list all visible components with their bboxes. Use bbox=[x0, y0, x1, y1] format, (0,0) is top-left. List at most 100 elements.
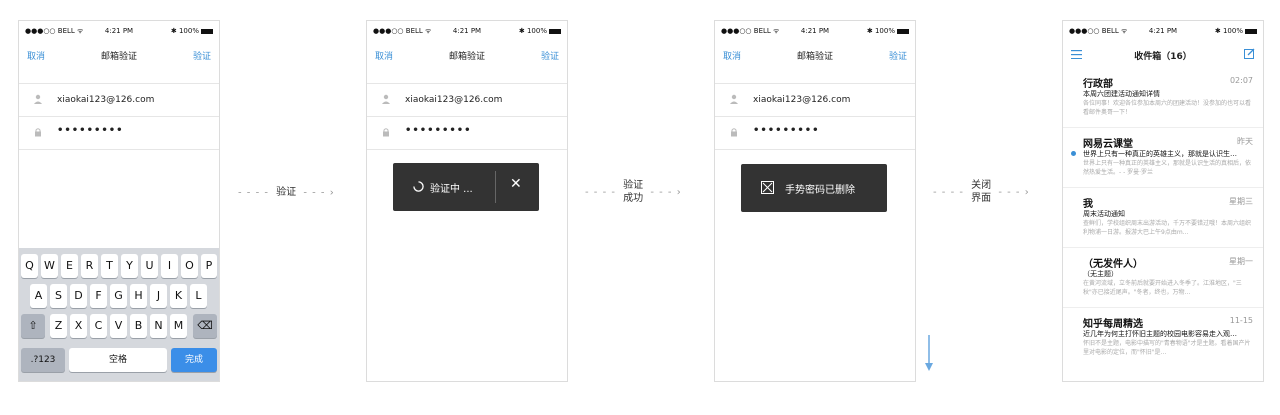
key-f[interactable]: F bbox=[90, 284, 107, 308]
verify-screen-loading: ●●●○○ BELL ᯤ 4:21 PM ✱ 100% 取消 邮箱验证 验证 x… bbox=[366, 20, 568, 382]
key-d[interactable]: D bbox=[70, 284, 87, 308]
shift-key[interactable]: ⇧ bbox=[21, 314, 45, 338]
nav-bar: 取消 邮箱验证 验证 bbox=[367, 47, 567, 71]
inbox-item[interactable]: 我 星期三 周末活动通知 查鲜们，学校组织周末出游活动，千万不要错过哦！本周六组… bbox=[1063, 187, 1263, 248]
email-field[interactable]: xiaokai123@126.com bbox=[19, 83, 219, 116]
key-z[interactable]: Z bbox=[50, 314, 67, 338]
loading-toast: 验证中 ... ✕ bbox=[393, 163, 539, 211]
key-c[interactable]: C bbox=[90, 314, 107, 338]
key-n[interactable]: N bbox=[150, 314, 167, 338]
password-field[interactable]: ••••••••• bbox=[19, 116, 219, 150]
item-sender: 网易云课堂 bbox=[1083, 139, 1133, 150]
item-sender: 知乎每周精选 bbox=[1083, 319, 1143, 330]
success-label: 手势密码已删除 bbox=[785, 185, 855, 196]
compose-icon[interactable] bbox=[1244, 48, 1255, 59]
password-field[interactable]: ••••••••• bbox=[715, 116, 915, 150]
item-preview: 在黄河流域，立冬前后就要开始进入冬季了。江淮地区，"三秋"亦已接近尾声。"冬者，… bbox=[1083, 280, 1242, 296]
inbox-item[interactable]: 行政部 02:07 本周六团建活动通知详情 各位同事！欢迎各位参加本周六的团建活… bbox=[1063, 67, 1263, 128]
item-subject: 世界上只有一种真正的英雄主义，那就是认识生… bbox=[1083, 150, 1237, 158]
email-field[interactable]: xiaokai123@126.com bbox=[367, 83, 567, 116]
inbox-item[interactable]: 知乎每周精选 11-15 近几年为何主打怀旧主题的校园电影容易走入观… 怀旧不是… bbox=[1063, 307, 1263, 367]
status-bar: ●●●○○ BELL ᯤ 4:21 PM ✱ 100% bbox=[721, 27, 909, 39]
nav-title: 邮箱验证 bbox=[100, 52, 137, 62]
email-value: xiaokai123@126.com bbox=[405, 95, 503, 105]
item-preview: 各位同事！欢迎各位参加本周六的团建活动！没参加的也可以看看邮件奥哥一下！ bbox=[1083, 100, 1251, 116]
item-time: 星期三 bbox=[1229, 197, 1253, 206]
battery-icon bbox=[549, 28, 561, 34]
key-p[interactable]: P bbox=[201, 254, 217, 278]
key-g[interactable]: G bbox=[110, 284, 127, 308]
item-subject: 近几年为何主打怀旧主题的校园电影容易走入观… bbox=[1083, 330, 1237, 338]
numbers-key[interactable]: .?123 bbox=[21, 348, 65, 372]
lock-icon bbox=[383, 128, 389, 137]
item-subject: 本周六团建活动通知详情 bbox=[1083, 90, 1160, 98]
user-icon bbox=[34, 94, 42, 104]
inbox-title: 收件箱（16） bbox=[1134, 52, 1192, 62]
battery-icon bbox=[1245, 28, 1257, 34]
item-subject: 周末活动通知 bbox=[1083, 210, 1125, 218]
item-time: 星期一 bbox=[1229, 257, 1253, 266]
flow-dash-icon: - - - - bbox=[238, 187, 269, 199]
key-v[interactable]: V bbox=[110, 314, 127, 338]
key-l[interactable]: L bbox=[190, 284, 207, 308]
verify-button[interactable]: 验证 bbox=[193, 49, 211, 62]
nav-title: 邮箱验证 bbox=[796, 52, 833, 62]
flow-dash-icon: - - - - bbox=[933, 187, 964, 198]
key-e[interactable]: E bbox=[61, 254, 78, 278]
flow-dash-icon: - - - - bbox=[585, 187, 616, 198]
lock-icon bbox=[35, 128, 41, 137]
delete-key[interactable]: ⌫ bbox=[193, 314, 217, 338]
battery-icon bbox=[897, 28, 909, 34]
email-field[interactable]: xiaokai123@126.com bbox=[715, 83, 915, 116]
close-icon[interactable]: ✕ bbox=[510, 176, 522, 192]
key-o[interactable]: O bbox=[181, 254, 198, 278]
item-sender: 行政部 bbox=[1083, 79, 1113, 90]
key-t[interactable]: T bbox=[101, 254, 118, 278]
nav-title: 邮箱验证 bbox=[448, 52, 485, 62]
key-r[interactable]: R bbox=[81, 254, 98, 278]
key-s[interactable]: S bbox=[50, 284, 67, 308]
done-key[interactable]: 完成 bbox=[171, 348, 217, 372]
verify-screen-success: ●●●○○ BELL ᯤ 4:21 PM ✱ 100% 取消 邮箱验证 验证 x… bbox=[714, 20, 916, 382]
key-i[interactable]: I bbox=[161, 254, 178, 278]
flow-arrow-close: - - - - 关闭 界面 - - - › bbox=[933, 179, 1030, 205]
password-value: ••••••••• bbox=[405, 125, 472, 136]
flow-arrow-icon: - - - › bbox=[998, 187, 1030, 198]
down-arrow-icon bbox=[925, 335, 933, 371]
space-key[interactable]: 空格 bbox=[69, 348, 167, 372]
item-time: 02:07 bbox=[1229, 76, 1253, 85]
user-icon bbox=[730, 94, 738, 104]
inbox-item[interactable]: 网易云课堂 昨天 世界上只有一种真正的英雄主义，那就是认识生… 世界上只有一种真… bbox=[1063, 127, 1263, 188]
item-preview: 查鲜们，学校组织周末出游活动，千万不要错过哦！本周六组织利物浦一日游。报游大巴上… bbox=[1083, 220, 1251, 236]
verify-button[interactable]: 验证 bbox=[889, 49, 907, 62]
flow-arrow-icon: - - - › bbox=[650, 187, 682, 198]
nav-bar: 取消 邮箱验证 验证 bbox=[715, 47, 915, 71]
key-y[interactable]: Y bbox=[121, 254, 138, 278]
key-q[interactable]: Q bbox=[21, 254, 38, 278]
key-w[interactable]: W bbox=[41, 254, 58, 278]
keyboard: Q W E R T Y U I O P A S D F G H J K L ⇧ … bbox=[19, 248, 219, 381]
success-toast: 手势密码已删除 bbox=[741, 164, 887, 212]
key-m[interactable]: M bbox=[170, 314, 187, 338]
status-bar: ●●●○○ BELL ᯤ 4:21 PM ✱ 100% bbox=[25, 27, 213, 39]
backspace-icon: ⌫ bbox=[197, 319, 213, 332]
lock-icon bbox=[731, 128, 737, 137]
email-value: xiaokai123@126.com bbox=[753, 95, 851, 105]
flow-label: 验证 bbox=[276, 187, 297, 198]
verify-button[interactable]: 验证 bbox=[541, 49, 559, 62]
item-time: 11-15 bbox=[1229, 316, 1253, 325]
password-field[interactable]: ••••••••• bbox=[367, 116, 567, 150]
key-x[interactable]: X bbox=[70, 314, 87, 338]
flow-label: 验证 成功 bbox=[623, 180, 644, 204]
status-bar: ●●●○○ BELL ᯤ 4:21 PM ✱ 100% bbox=[373, 27, 561, 39]
flow-arrow-icon: - - - › bbox=[303, 187, 335, 199]
key-a[interactable]: A bbox=[30, 284, 47, 308]
item-sender: （无发件人） bbox=[1083, 259, 1143, 270]
key-b[interactable]: B bbox=[130, 314, 147, 338]
key-u[interactable]: U bbox=[141, 254, 158, 278]
key-h[interactable]: H bbox=[130, 284, 147, 308]
key-k[interactable]: K bbox=[170, 284, 187, 308]
battery-label: ✱ 100% bbox=[1215, 27, 1257, 35]
key-j[interactable]: J bbox=[150, 284, 167, 308]
inbox-item[interactable]: （无发件人） 星期一 （无主题） 在黄河流域，立冬前后就要开始进入冬季了。江淮地… bbox=[1063, 247, 1263, 308]
